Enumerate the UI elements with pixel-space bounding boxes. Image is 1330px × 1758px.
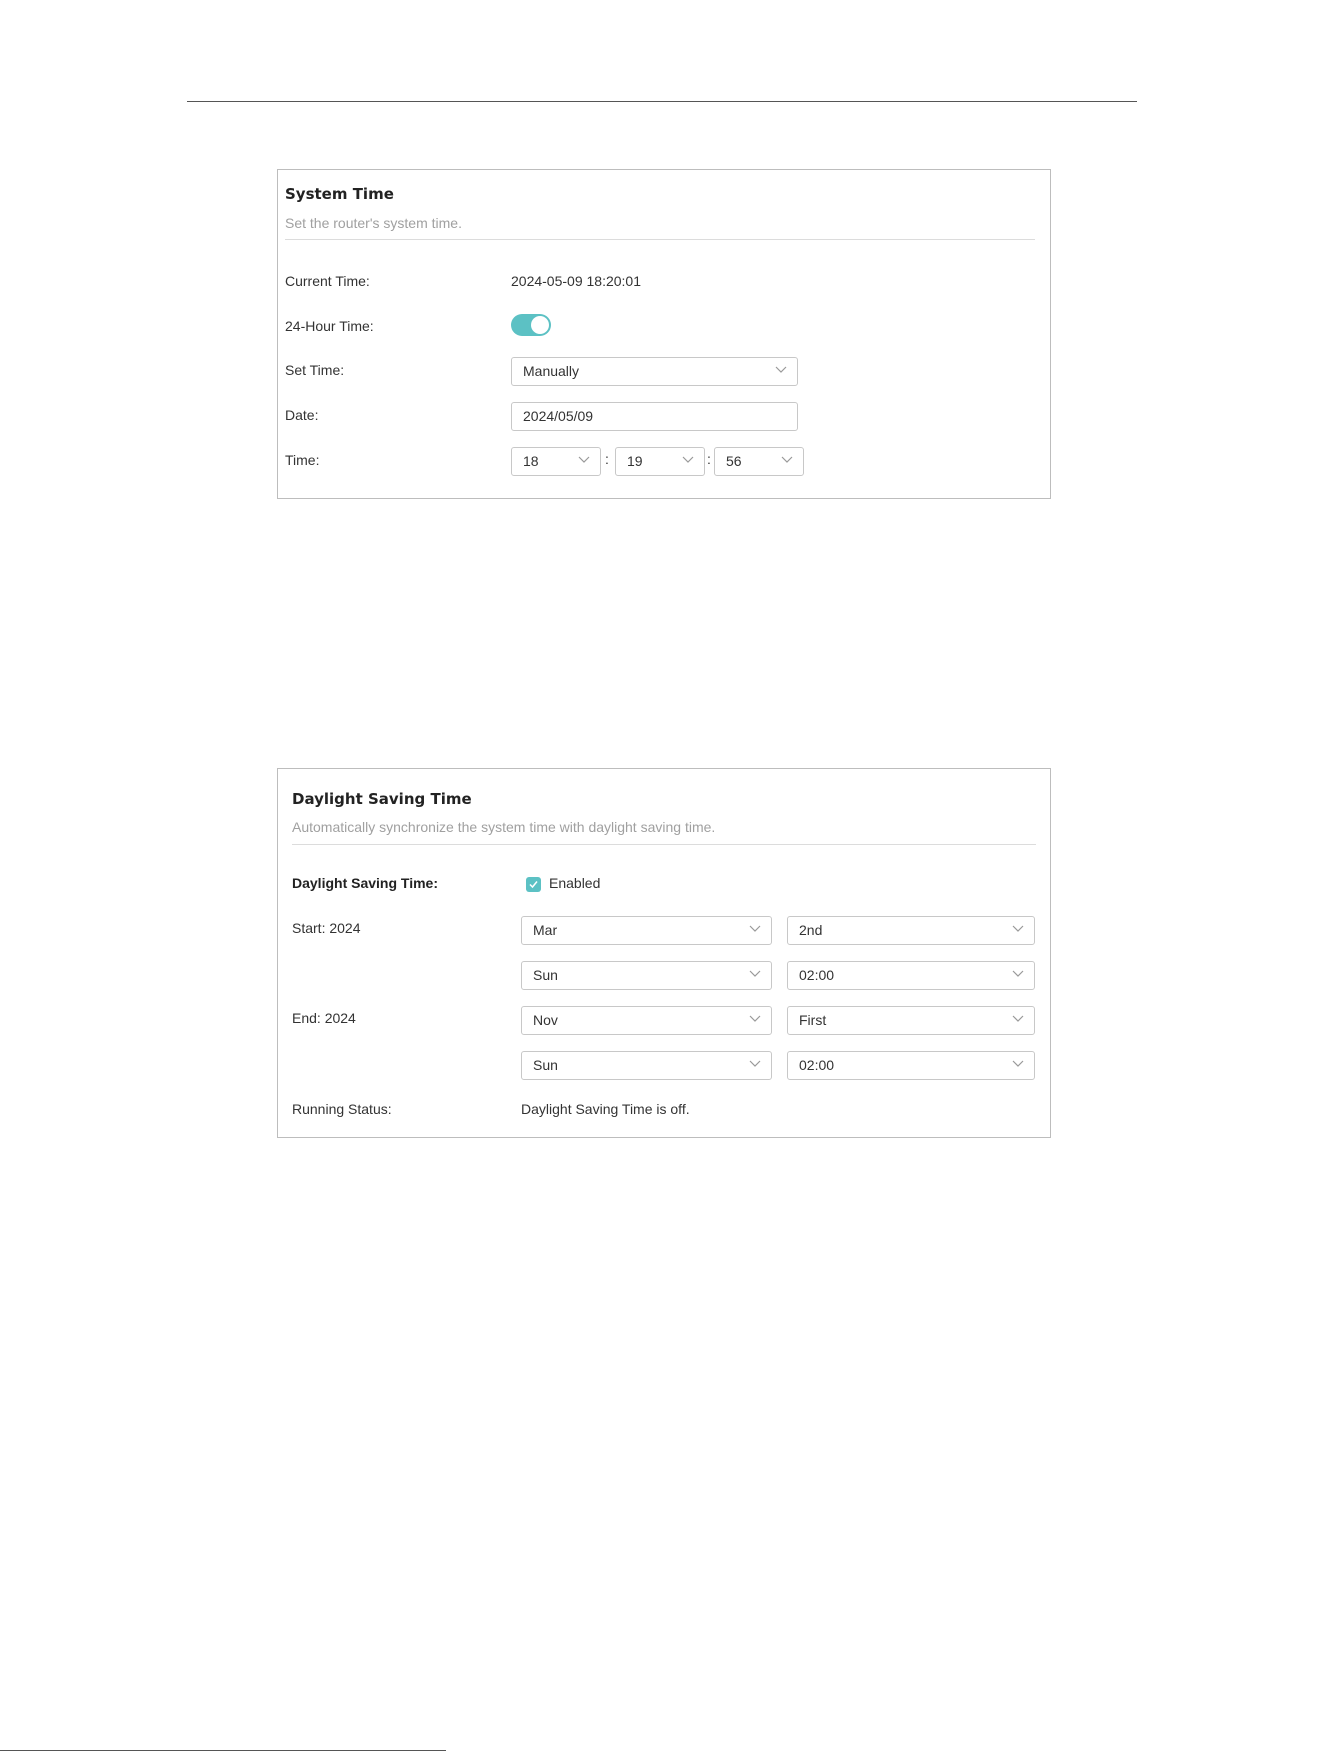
hour24-label: 24-Hour Time: [285,318,374,334]
current-time-value: 2024-05-09 18:20:01 [511,273,641,289]
date-label: Date: [285,407,319,423]
chevron-down-icon [1012,1015,1024,1022]
running-status-label: Running Status: [292,1101,392,1117]
time-second-select[interactable]: 56 [714,447,804,476]
chevron-down-icon [1012,1060,1024,1067]
start-label: Start: 2024 [292,920,361,936]
end-time-select[interactable]: 02:00 [787,1051,1035,1080]
end-month-value: Nov [533,1012,558,1028]
panel-divider [292,844,1036,845]
chevron-down-icon [749,970,761,977]
end-time-value: 02:00 [799,1057,835,1073]
chevron-down-icon [749,1060,761,1067]
dst-label: Daylight Saving Time: [292,875,438,891]
set-time-value: Manually [523,363,580,379]
dst-enabled-label[interactable]: Enabled [549,875,600,891]
time-second-value: 56 [726,453,742,469]
start-month-select[interactable]: Mar [521,916,772,945]
start-month-value: Mar [533,922,558,938]
date-value: 2024/05/09 [523,408,594,424]
start-day-value: Sun [533,967,558,983]
start-time-select[interactable]: 02:00 [787,961,1035,990]
time-separator: : [707,451,711,467]
chevron-down-icon [1012,925,1024,932]
chevron-down-icon [1012,970,1024,977]
page-footer-rule [0,1750,446,1751]
chevron-down-icon [749,1015,761,1022]
time-hour-select[interactable]: 18 [511,447,601,476]
time-minute-value: 19 [627,453,643,469]
chevron-down-icon [682,456,694,463]
time-minute-select[interactable]: 19 [615,447,705,476]
start-day-select[interactable]: Sun [521,961,772,990]
system-time-panel: System Time Set the router's system time… [277,169,1051,499]
time-label: Time: [285,452,320,468]
end-week-select[interactable]: First [787,1006,1035,1035]
panel-title: Daylight Saving Time [292,790,472,808]
end-month-select[interactable]: Nov [521,1006,772,1035]
current-time-label: Current Time: [285,273,370,289]
start-time-value: 02:00 [799,967,835,983]
start-week-select[interactable]: 2nd [787,916,1035,945]
time-separator: : [605,451,609,467]
end-day-value: Sun [533,1057,558,1073]
daylight-saving-panel: Daylight Saving Time Automatically synch… [277,768,1051,1138]
time-hour-value: 18 [523,453,539,469]
chevron-down-icon [775,366,787,373]
panel-subtitle: Automatically synchronize the system tim… [292,819,716,835]
check-icon [529,881,538,889]
date-field[interactable]: 2024/05/09 [511,402,798,431]
page-header-rule [187,101,1137,102]
end-label: End: 2024 [292,1010,356,1026]
panel-divider [285,239,1035,240]
toggle-knob [531,316,549,334]
chevron-down-icon [749,925,761,932]
chevron-down-icon [578,456,590,463]
end-week-value: First [799,1012,827,1028]
end-day-select[interactable]: Sun [521,1051,772,1080]
set-time-select[interactable]: Manually [511,357,798,386]
panel-subtitle: Set the router's system time. [285,215,462,231]
start-week-value: 2nd [799,922,823,938]
set-time-label: Set Time: [285,362,345,378]
hour24-toggle[interactable] [511,314,551,336]
panel-title: System Time [285,185,394,203]
chevron-down-icon [781,456,793,463]
dst-enabled-checkbox[interactable] [526,877,541,892]
running-status-value: Daylight Saving Time is off. [521,1101,690,1117]
